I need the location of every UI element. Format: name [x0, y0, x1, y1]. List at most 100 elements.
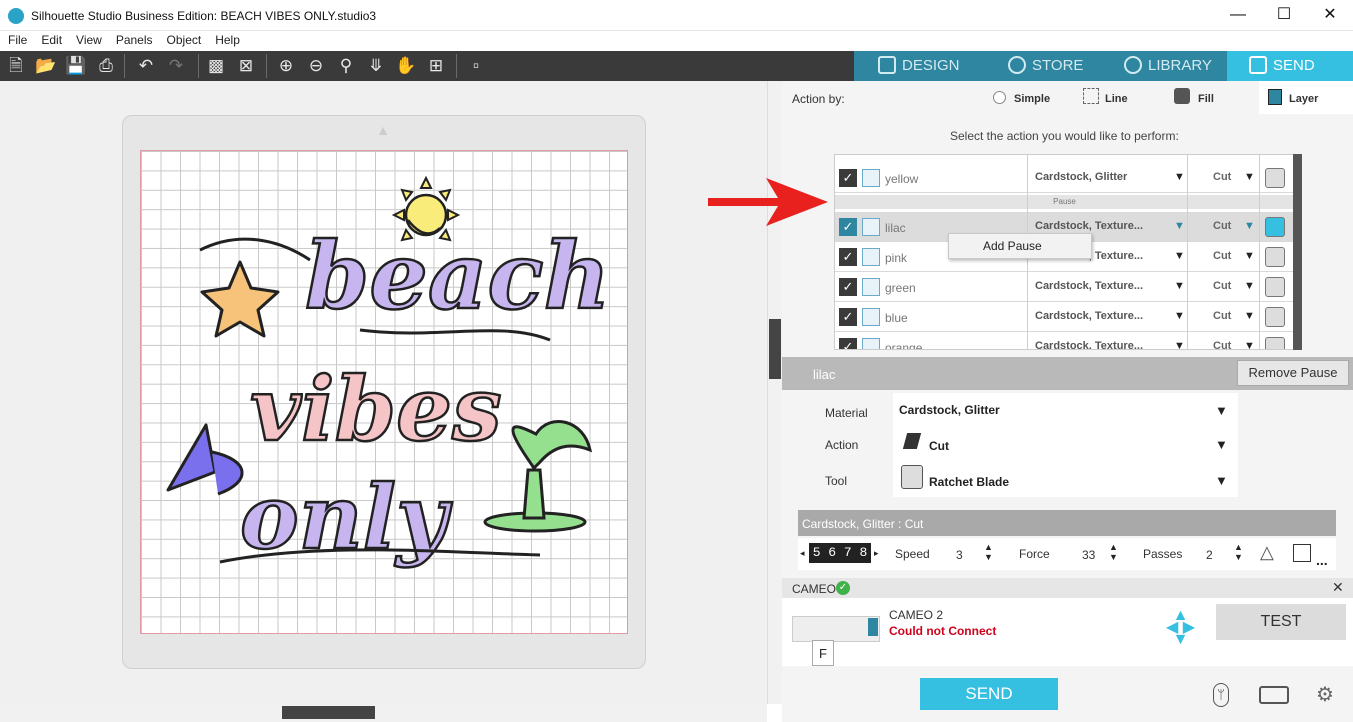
layer-checkbox[interactable]: ✓: [839, 308, 857, 326]
layer-action[interactable]: Cut: [1213, 280, 1231, 292]
speed-stepper[interactable]: ▲ ▼: [984, 542, 993, 562]
layer-list-scrollbar[interactable]: [1293, 154, 1302, 350]
menu-edit[interactable]: Edit: [33, 31, 68, 47]
dropdown-arrow-icon[interactable]: ▼: [1174, 220, 1185, 232]
force-stepper[interactable]: ▲ ▼: [1109, 542, 1118, 562]
tab-library[interactable]: LIBRARY: [1124, 51, 1212, 81]
more-options-button[interactable]: ...: [1316, 552, 1328, 568]
layer-mode-tab[interactable]: Layer: [1259, 81, 1353, 114]
add-pause-menu-item[interactable]: Add Pause: [983, 239, 1042, 253]
blade-icon[interactable]: [1265, 337, 1285, 349]
layer-row-orange[interactable]: ✓ orange Cardstock, Texture... ▼ Cut ▼: [835, 332, 1293, 349]
undo-icon[interactable]: ↶: [134, 55, 158, 77]
menu-object[interactable]: Object: [159, 31, 208, 47]
tab-store[interactable]: STORE: [1008, 51, 1083, 81]
menu-help[interactable]: Help: [207, 31, 246, 47]
fill-mode-icon[interactable]: [1174, 88, 1190, 104]
add-page-icon[interactable]: ⊞: [424, 55, 448, 77]
action-dropdown-icon[interactable]: ▼: [1215, 437, 1228, 452]
blade-icon[interactable]: [1265, 247, 1285, 267]
line-mode-icon[interactable]: [1083, 88, 1099, 104]
horizontal-scroll-thumb[interactable]: [282, 706, 375, 719]
passes-stepper[interactable]: ▲ ▼: [1234, 542, 1243, 562]
blade-right-arrow-icon[interactable]: ▸: [874, 548, 879, 559]
layer-material[interactable]: Cardstock, Texture...: [1035, 340, 1143, 349]
menu-view[interactable]: View: [68, 31, 108, 47]
layer-checkbox[interactable]: ✓: [839, 278, 857, 296]
material-select[interactable]: Cardstock, Glitter: [899, 403, 1000, 417]
simple-radio[interactable]: [993, 91, 1006, 104]
close-window-button[interactable]: ✕: [1307, 4, 1353, 26]
minimize-button[interactable]: —: [1215, 4, 1261, 26]
tab-send[interactable]: SEND: [1227, 51, 1353, 81]
line-segment-icon[interactable]: △: [1260, 542, 1274, 563]
layer-material[interactable]: Cardstock, Texture...: [1035, 280, 1143, 292]
dropdown-arrow-icon[interactable]: ▼: [1174, 310, 1185, 322]
new-document-icon[interactable]: 🗎: [4, 55, 28, 77]
dropdown-arrow-icon[interactable]: ▼: [1244, 171, 1255, 183]
dropdown-arrow-icon[interactable]: ▼: [1174, 250, 1185, 262]
menu-panels[interactable]: Panels: [108, 31, 159, 47]
material-dropdown-icon[interactable]: ▼: [1215, 403, 1228, 418]
checkbox-square-icon[interactable]: [1293, 544, 1311, 562]
bluetooth-icon[interactable]: ᛘ: [1213, 683, 1229, 707]
gear-icon[interactable]: ⚙: [1316, 682, 1334, 707]
maximize-button[interactable]: ☐: [1261, 4, 1307, 26]
tool-select[interactable]: Ratchet Blade: [929, 475, 1009, 489]
vertical-scroll-thumb[interactable]: [769, 319, 781, 379]
pan-hand-icon[interactable]: ✋: [394, 55, 418, 77]
dropdown-arrow-icon[interactable]: ▼: [1174, 280, 1185, 292]
dropdown-arrow-icon[interactable]: ▼: [1244, 340, 1255, 349]
dropdown-arrow-icon[interactable]: ▼: [1244, 310, 1255, 322]
layer-checkbox[interactable]: ✓: [839, 218, 857, 236]
dropdown-arrow-icon[interactable]: ▼: [1244, 250, 1255, 262]
group-icon[interactable]: ▩: [204, 55, 228, 77]
dropdown-arrow-icon[interactable]: ▼: [1244, 220, 1255, 232]
layer-action[interactable]: Cut: [1213, 220, 1231, 232]
dropdown-arrow-icon[interactable]: ▼: [1174, 171, 1185, 183]
fill-label[interactable]: Fill: [1198, 93, 1214, 105]
dropdown-arrow-icon[interactable]: ▼: [1174, 340, 1185, 349]
print-icon[interactable]: ⎙: [94, 55, 118, 77]
layer-action[interactable]: Cut: [1213, 310, 1231, 322]
close-machine-panel-icon[interactable]: ✕: [1332, 579, 1344, 596]
blade-icon[interactable]: [1265, 277, 1285, 297]
layer-action[interactable]: Cut: [1213, 340, 1231, 349]
layer-material[interactable]: Cardstock, Texture...: [1035, 310, 1143, 322]
open-folder-icon[interactable]: 📂: [34, 55, 58, 77]
save-icon[interactable]: 💾: [64, 55, 88, 77]
zoom-selection-icon[interactable]: ⚲: [334, 55, 358, 77]
design-artwork[interactable]: beach vibes only: [140, 150, 628, 634]
simple-label[interactable]: Simple: [1014, 93, 1050, 105]
test-button[interactable]: TEST: [1216, 604, 1346, 640]
blade-icon[interactable]: [1265, 217, 1285, 237]
zoom-in-icon[interactable]: ⊕: [274, 55, 298, 77]
fit-to-page-icon[interactable]: ⤋: [364, 55, 388, 77]
layer-row-yellow[interactable]: ✓ yellow Cardstock, Glitter ▼ Cut ▼: [835, 163, 1293, 193]
remove-pause-button[interactable]: Remove Pause: [1237, 360, 1349, 386]
layer-checkbox[interactable]: ✓: [839, 169, 857, 187]
menu-file[interactable]: File: [0, 31, 33, 47]
layer-row-green[interactable]: ✓ green Cardstock, Texture... ▼ Cut ▼: [835, 272, 1293, 302]
layer-material[interactable]: Cardstock, Texture...: [1035, 220, 1143, 232]
force-value[interactable]: 33: [1082, 548, 1095, 562]
layer-checkbox[interactable]: ✓: [839, 338, 857, 349]
trace-icon[interactable]: ▫: [464, 55, 488, 77]
layer-row-blue[interactable]: ✓ blue Cardstock, Texture... ▼ Cut ▼: [835, 302, 1293, 332]
layer-checkbox[interactable]: ✓: [839, 248, 857, 266]
tab-design[interactable]: DESIGN: [878, 51, 960, 81]
speed-value[interactable]: 3: [956, 548, 963, 562]
dropdown-arrow-icon[interactable]: ▼: [1244, 280, 1255, 292]
ungroup-icon[interactable]: ⊠: [234, 55, 258, 77]
action-select[interactable]: Cut: [929, 439, 949, 453]
blade-icon[interactable]: [1265, 168, 1285, 188]
blade-left-arrow-icon[interactable]: ◂: [800, 548, 805, 559]
redo-icon[interactable]: ↷: [164, 55, 188, 77]
layer-action[interactable]: Cut: [1213, 171, 1231, 183]
send-button[interactable]: SEND: [920, 678, 1058, 710]
machine-settings-icon[interactable]: [1259, 686, 1289, 704]
layer-action[interactable]: Cut: [1213, 250, 1231, 262]
passes-value[interactable]: 2: [1206, 548, 1213, 562]
blade-icon[interactable]: [1265, 307, 1285, 327]
canvas-horizontal-scrollbar[interactable]: [0, 704, 767, 722]
